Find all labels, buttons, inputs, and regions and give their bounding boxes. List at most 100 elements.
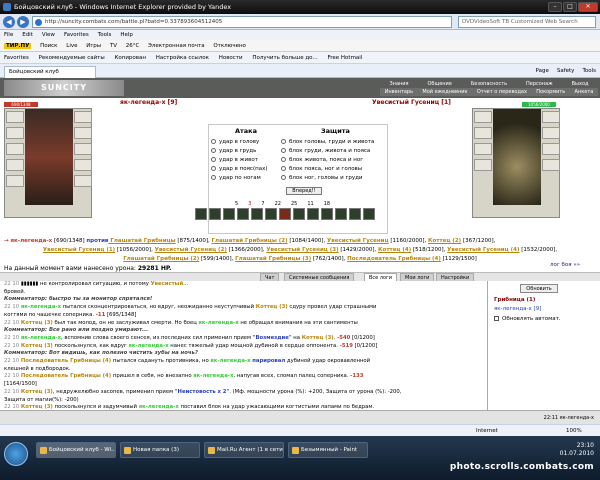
toolbar-weather[interactable]: 26°C [126,43,140,49]
fighter-link[interactable]: Последователь Грибницы (4) [347,256,441,262]
fighter-link[interactable]: Коттец (2) [428,238,461,244]
fighter-link[interactable]: Глашатай Грибницы (2) [123,256,199,262]
fighter-link[interactable]: Увесистый Гусениц (1) [43,247,115,253]
ability-icon[interactable] [335,208,347,220]
equip-slot[interactable] [542,111,560,123]
start-button[interactable] [4,442,28,466]
menu-feed[interactable]: Покормить [536,88,565,96]
task-combats[interactable]: Бойцовский клуб - Wi... [36,442,116,458]
equip-slot[interactable] [474,159,492,171]
fav-item-4[interactable]: Получить больше до... [252,55,317,61]
fighter-name[interactable]: Коттец (3) [302,335,334,341]
fighter-name[interactable]: Последователь Грибницы (4) [21,358,111,364]
fighter-name[interactable]: Коттец (3) [256,304,288,310]
menu-view[interactable]: View [42,32,55,38]
ability-icon[interactable] [293,208,305,220]
fighter-link[interactable]: Увесистый Гусениц (2) [155,247,227,253]
equip-slot[interactable] [474,143,492,155]
fav-item-1[interactable]: Копирован [114,55,146,61]
fighter-name[interactable]: як-легенда-х [193,373,233,379]
menu-file[interactable]: File [4,32,13,38]
fighter-name[interactable]: як-легенда-х [210,358,250,364]
equip-slot[interactable] [542,159,560,171]
equip-slot[interactable] [474,127,492,139]
defense-option-1[interactable]: блок головы, груди и живота [281,138,374,147]
menu-edit[interactable]: Edit [22,32,33,38]
equip-slot[interactable] [74,111,92,123]
equip-slot[interactable] [6,127,24,139]
left-player-name[interactable]: як-легенда-х [9] [120,98,177,107]
menu-knowledge[interactable]: Знания [389,80,408,88]
minimize-button[interactable]: – [548,2,562,12]
equip-slot[interactable] [542,127,560,139]
equip-slot[interactable] [74,159,92,171]
toolbar-status[interactable]: Отключено [213,43,246,49]
ability-icon[interactable] [265,208,277,220]
forward-button[interactable]: Вперед!! [286,187,322,195]
fighter-name[interactable]: як-легенда-х [21,304,61,310]
group-member[interactable]: як-легенда-х [9] [494,306,541,312]
fighter-name[interactable]: Увесистый [151,281,184,287]
ability-icon[interactable] [237,208,249,220]
menu-transfers[interactable]: Отчет о переводах [477,88,527,96]
back-icon[interactable]: ◀ [3,16,15,28]
equip-slot[interactable] [74,175,92,187]
ability-icon[interactable] [251,208,263,220]
chat-log[interactable]: 22 10 ▮▮▮▮▮▮ не контролировал ситуацию, … [0,281,488,410]
task-folder[interactable]: Новая папка (3) [120,442,200,458]
ability-icon[interactable] [209,208,221,220]
menu-profile[interactable]: Анкета [575,88,594,96]
fighter-link[interactable]: Глашатай Грибницы (3) [235,256,311,262]
equip-slot[interactable] [542,143,560,155]
attack-option-chest[interactable]: удар в грудь [211,147,256,156]
toolbar-logo[interactable]: ТИР.ПУ [4,43,32,49]
task-paint[interactable]: Безымянный - Paint [288,442,368,458]
fighter-name[interactable]: як-легенда-х [21,335,61,341]
task-mailru[interactable]: Mail.Ru Агент (1 в сети) [204,442,284,458]
fighter-link[interactable]: Глашатай Грибницы (2) [212,238,288,244]
fav-item-2[interactable]: Настройка ссылок [156,55,209,61]
ability-icon[interactable] [279,208,291,220]
ability-icon[interactable] [349,208,361,220]
safety-menu[interactable]: Safety [557,68,575,74]
fighter-link[interactable]: Глашатай Грибницы [108,238,175,244]
ability-icon[interactable] [195,208,207,220]
forward-icon[interactable]: ▶ [17,16,29,28]
equip-slot[interactable] [6,159,24,171]
page-menu[interactable]: Page [536,68,549,74]
ability-icon[interactable] [363,208,375,220]
favorites-button[interactable]: Favorites [4,55,29,61]
url-field[interactable]: http://suncity.combats.com/battle.pl?bat… [32,16,452,28]
menu-character[interactable]: Персонаж [526,80,553,88]
fav-item-0[interactable]: Рекомендуемые сайты [39,55,105,61]
menu-diary[interactable]: Мой ежедневник [422,88,467,96]
defense-option-3[interactable]: блок живота, пояса и ног [281,156,363,165]
attack-option-groin[interactable]: удар в пояс(пах) [211,165,267,174]
fighter-link[interactable]: Увесистый Гусениц [327,238,389,244]
menu-favorites[interactable]: Favorites [64,32,89,38]
fighter-name[interactable]: Коттец (3) [21,320,53,326]
menu-help[interactable]: Help [120,32,133,38]
attack-option-head[interactable]: удар в голову [211,138,259,147]
close-button[interactable]: ✕ [578,2,598,12]
defense-option-5[interactable]: блок ног, головы и груди [281,174,363,183]
refresh-button[interactable]: Обновить [520,284,558,293]
browser-tab[interactable]: Бойцовский клуб [4,66,96,78]
menu-tools[interactable]: Tools [98,32,112,38]
clock[interactable]: 23:10 01.07.2010 [560,442,594,458]
right-player-name[interactable]: Увесистый Гусениц [1] [372,98,451,107]
fighter-name[interactable]: Коттец (3) [21,343,53,349]
menu-social[interactable]: Общение [427,80,451,88]
equip-slot[interactable] [6,175,24,187]
tools-menu[interactable]: Tools [582,68,596,74]
toolbar-live[interactable]: Live [66,43,77,49]
fighter-link[interactable]: Увесистый Гусениц (4) [447,247,519,253]
auto-refresh-checkbox[interactable]: Обновлять автомат. [494,316,561,322]
battle-log-link[interactable]: лог боя »» [550,261,580,270]
maximize-button[interactable]: □ [563,2,577,12]
search-field[interactable]: DVDVideoSoft TB Customized Web Search [458,16,596,28]
fighter-link[interactable]: Увесистый Гусениц (3) [266,247,338,253]
equip-slot[interactable] [474,111,492,123]
toolbar-tv[interactable]: TV [110,43,117,49]
equip-slot[interactable] [74,143,92,155]
